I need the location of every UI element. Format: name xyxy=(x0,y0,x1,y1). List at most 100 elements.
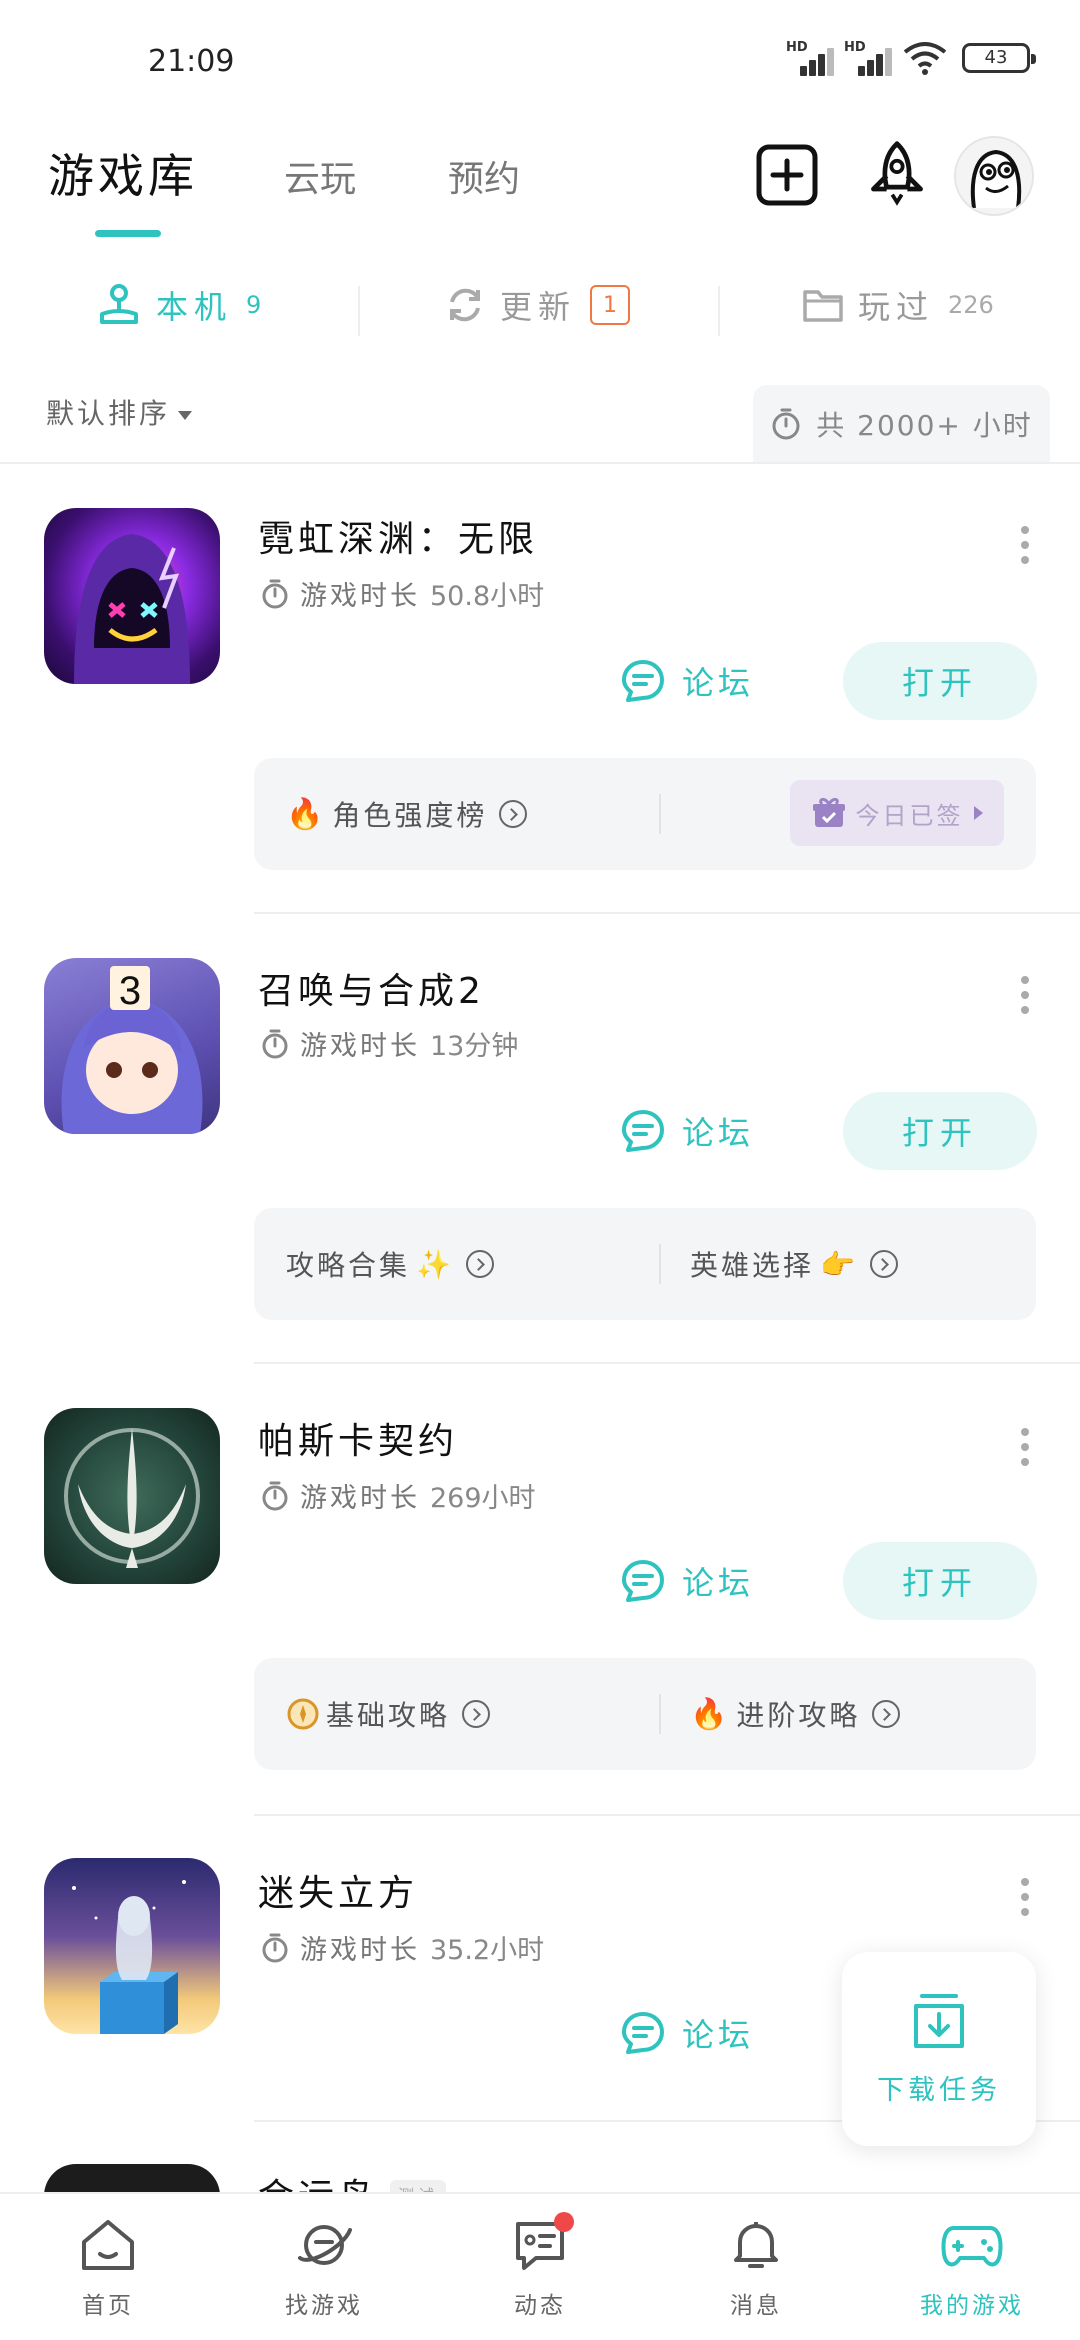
pointing-hand-icon: 👉 xyxy=(820,1247,858,1281)
download-icon xyxy=(914,1993,964,2048)
more-options-icon[interactable] xyxy=(1020,1428,1030,1466)
refresh-icon xyxy=(450,288,480,322)
divider xyxy=(718,286,720,336)
signal-icon: HD xyxy=(844,40,892,76)
divider xyxy=(659,1244,661,1284)
tab-cloud-play[interactable]: 云玩 xyxy=(284,150,356,202)
compass-icon xyxy=(287,1698,319,1730)
update-count-badge: 1 xyxy=(590,285,631,325)
nav-feed[interactable]: 动态 xyxy=(432,2194,648,2340)
chat-icon xyxy=(622,2012,664,2054)
nav-find-games[interactable]: 找游戏 xyxy=(216,2194,432,2340)
divider xyxy=(254,1814,1080,1816)
forum-button[interactable]: 论坛 xyxy=(620,1108,754,1154)
game-tips-bar: 攻略合集 ✨ 英雄选择 👉 xyxy=(254,1208,1036,1320)
divider xyxy=(254,912,1080,914)
game-title[interactable]: 帕斯卡契约 xyxy=(258,1412,458,1464)
tip-link[interactable]: 🔥 角色强度榜 xyxy=(286,758,528,870)
open-game-button[interactable]: 打开 xyxy=(843,642,1037,720)
joystick-icon xyxy=(100,284,138,324)
folder-icon xyxy=(803,290,843,322)
sort-label: 默认排序 xyxy=(46,397,171,430)
open-game-button[interactable]: 打开 xyxy=(843,1092,1037,1170)
game-icon-summon-merge-2[interactable]: 3 xyxy=(44,958,220,1134)
tab-reservation[interactable]: 预约 xyxy=(448,150,520,202)
more-options-icon[interactable] xyxy=(1020,1878,1030,1916)
subtab-played-label: 玩过 xyxy=(858,288,935,326)
status-time: 21:09 xyxy=(148,44,235,79)
forum-button[interactable]: 论坛 xyxy=(620,1558,754,1604)
timer-icon xyxy=(772,408,800,440)
divider xyxy=(659,794,661,834)
more-options-icon[interactable] xyxy=(1020,976,1030,1014)
tip-link[interactable]: 攻略合集 ✨ xyxy=(286,1208,494,1320)
forum-button[interactable]: 论坛 xyxy=(620,2010,754,2056)
game-tips-bar: 基础攻略 🔥 进阶攻略 xyxy=(254,1658,1036,1770)
rocket-icon[interactable] xyxy=(864,140,930,206)
tab-indicator xyxy=(95,230,161,237)
tip-link[interactable]: 🔥 进阶攻略 xyxy=(690,1658,901,1770)
signal-icon: HD xyxy=(786,40,834,76)
daily-signin-button[interactable]: 今日已签 xyxy=(790,780,1004,846)
chevron-right-icon xyxy=(462,1700,491,1728)
divider xyxy=(254,1362,1080,1364)
chat-icon xyxy=(622,1110,664,1152)
nav-my-games[interactable]: 我的游戏 xyxy=(864,2194,1080,2340)
gift-icon xyxy=(812,797,845,827)
forum-button[interactable]: 论坛 xyxy=(620,658,754,704)
svg-text:3: 3 xyxy=(119,969,141,1013)
chat-icon xyxy=(622,660,664,702)
add-icon[interactable] xyxy=(754,142,820,208)
subtab-local[interactable]: 本机 9 xyxy=(96,282,261,328)
chevron-right-icon xyxy=(869,1250,898,1278)
sort-dropdown[interactable]: 默认排序 xyxy=(46,392,193,432)
notification-dot xyxy=(554,2212,574,2232)
sparkle-icon: ✨ xyxy=(416,1247,454,1281)
download-task-button[interactable]: 下载任务 xyxy=(842,1952,1036,2146)
game-play-time: 游戏时长 269小时 xyxy=(260,1476,536,1515)
tip-link[interactable]: 英雄选择 👉 xyxy=(690,1208,898,1320)
chevron-down-icon xyxy=(178,410,193,420)
status-indicators: HD HD 43 xyxy=(786,40,1036,76)
game-play-time: 游戏时长 13分钟 xyxy=(260,1024,518,1063)
more-options-icon[interactable] xyxy=(1020,526,1030,564)
game-icon-neon-abyss[interactable] xyxy=(44,508,220,684)
fire-icon: 🔥 xyxy=(286,796,327,832)
game-icon-pascal-contract[interactable] xyxy=(44,1408,220,1584)
chevron-right-icon xyxy=(872,1700,901,1728)
timer-icon xyxy=(262,1481,288,1510)
timer-icon xyxy=(262,1029,288,1058)
subtab-update-label: 更新 xyxy=(500,288,577,326)
bell-icon xyxy=(734,2222,778,2268)
game-play-time: 游戏时长 50.8小时 xyxy=(260,574,544,613)
game-title[interactable]: 霓虹深渊：无限 xyxy=(258,510,538,562)
nav-home[interactable]: 首页 xyxy=(0,2194,216,2340)
gamepad-icon xyxy=(941,2226,1003,2267)
game-tips-bar: 🔥 角色强度榜 今日已签 xyxy=(254,758,1036,870)
divider xyxy=(659,1694,661,1734)
timer-icon xyxy=(262,579,288,608)
subtab-local-count: 9 xyxy=(246,291,262,319)
tip-link[interactable]: 基础攻略 xyxy=(286,1658,491,1770)
game-title[interactable]: 迷失立方 xyxy=(258,1864,418,1916)
subtab-played[interactable]: 玩过 226 xyxy=(802,282,994,328)
bottom-navigation: 首页 找游戏 动态 消息 我的游戏 xyxy=(0,2192,1080,2340)
divider xyxy=(0,462,1080,464)
game-title[interactable]: 召唤与合成2 xyxy=(258,962,485,1014)
nav-messages[interactable]: 消息 xyxy=(648,2194,864,2340)
chat-icon xyxy=(622,1560,664,1602)
fire-icon: 🔥 xyxy=(690,1696,731,1732)
divider xyxy=(358,286,360,336)
subtab-update[interactable]: 更新 1 xyxy=(444,282,631,328)
avatar[interactable] xyxy=(954,136,1034,216)
tab-game-library[interactable]: 游戏库 xyxy=(48,140,198,206)
timer-icon xyxy=(262,1933,288,1962)
game-icon-lost-cube[interactable] xyxy=(44,1858,220,2034)
subtab-local-label: 本机 xyxy=(156,288,233,326)
planet-icon xyxy=(298,2225,352,2265)
total-play-time: 共 2000+ 小时 xyxy=(753,385,1050,463)
open-game-button[interactable]: 打开 xyxy=(843,1542,1037,1620)
chevron-right-icon xyxy=(499,800,528,828)
chevron-right-icon xyxy=(465,1250,494,1278)
arrow-right-icon xyxy=(973,806,983,820)
